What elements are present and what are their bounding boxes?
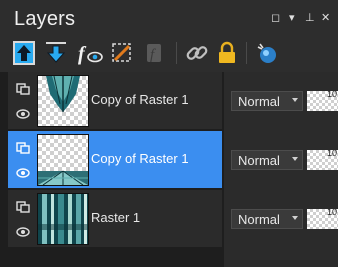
link-disabled-icon[interactable]: f <box>139 38 169 68</box>
layer-group-icon[interactable] <box>16 142 30 154</box>
panel-menu-icon[interactable]: ▾ <box>289 12 295 24</box>
visibility-eye-icon[interactable] <box>16 167 30 179</box>
layer-name[interactable]: Copy of Raster 1 <box>91 151 189 166</box>
toolbar-separator <box>176 42 177 64</box>
move-layer-down-icon[interactable] <box>41 38 71 68</box>
new-raster-icon[interactable] <box>252 38 282 68</box>
panel-titlebar: Layers ◻ ▾ ⊥ ✕ <box>0 0 338 34</box>
chevron-down-icon <box>292 98 298 102</box>
toolbar-separator <box>246 42 247 64</box>
panel-title: Layers <box>14 8 76 30</box>
column-divider <box>222 72 224 267</box>
chevron-down-icon <box>292 216 298 220</box>
layer-toggles <box>12 131 34 188</box>
restore-icon[interactable]: ◻ <box>271 12 280 24</box>
fx-layer-styles-icon[interactable]: f <box>75 38 105 68</box>
layers-toolbar: f f <box>0 34 338 72</box>
blend-mode-value: Normal <box>238 212 280 227</box>
opacity-slider[interactable]: 10 <box>307 209 338 229</box>
pin-icon[interactable]: ⊥ <box>305 12 315 24</box>
layer-group-icon[interactable] <box>16 201 30 213</box>
opacity-slider[interactable]: 10 <box>307 150 338 170</box>
blend-mode-select[interactable]: Normal <box>231 150 303 170</box>
opacity-slider[interactable]: 10 <box>307 91 338 111</box>
lock-icon[interactable] <box>212 38 242 68</box>
blend-mode-value: Normal <box>238 153 280 168</box>
opacity-value: 10 <box>327 91 338 99</box>
layer-thumbnail <box>37 134 89 186</box>
visibility-eye-icon[interactable] <box>16 226 30 238</box>
layer-row[interactable]: Copy of Raster 1 <box>8 72 222 129</box>
layer-thumbnail <box>37 193 89 245</box>
layer-row[interactable]: Raster 1 <box>8 190 222 247</box>
blend-mode-select[interactable]: Normal <box>231 91 303 111</box>
layer-group-icon[interactable] <box>16 83 30 95</box>
layer-toggles <box>12 72 34 129</box>
opacity-value: 10 <box>327 150 338 158</box>
chevron-down-icon <box>292 157 298 161</box>
mask-icon[interactable] <box>107 38 137 68</box>
blend-mode-select[interactable]: Normal <box>231 209 303 229</box>
blend-mode-value: Normal <box>238 94 280 109</box>
layer-thumbnail <box>37 75 89 127</box>
layer-name[interactable]: Copy of Raster 1 <box>91 92 189 107</box>
layer-row-selected[interactable]: Copy of Raster 1 <box>8 131 222 188</box>
opacity-value: 10 <box>327 209 338 217</box>
link-icon[interactable] <box>182 38 212 68</box>
svg-text:f: f <box>78 43 87 65</box>
move-layer-up-icon[interactable] <box>9 38 39 68</box>
layer-toggles <box>12 190 34 247</box>
layer-name[interactable]: Raster 1 <box>91 210 140 225</box>
close-icon[interactable]: ✕ <box>321 12 330 24</box>
visibility-eye-icon[interactable] <box>16 108 30 120</box>
